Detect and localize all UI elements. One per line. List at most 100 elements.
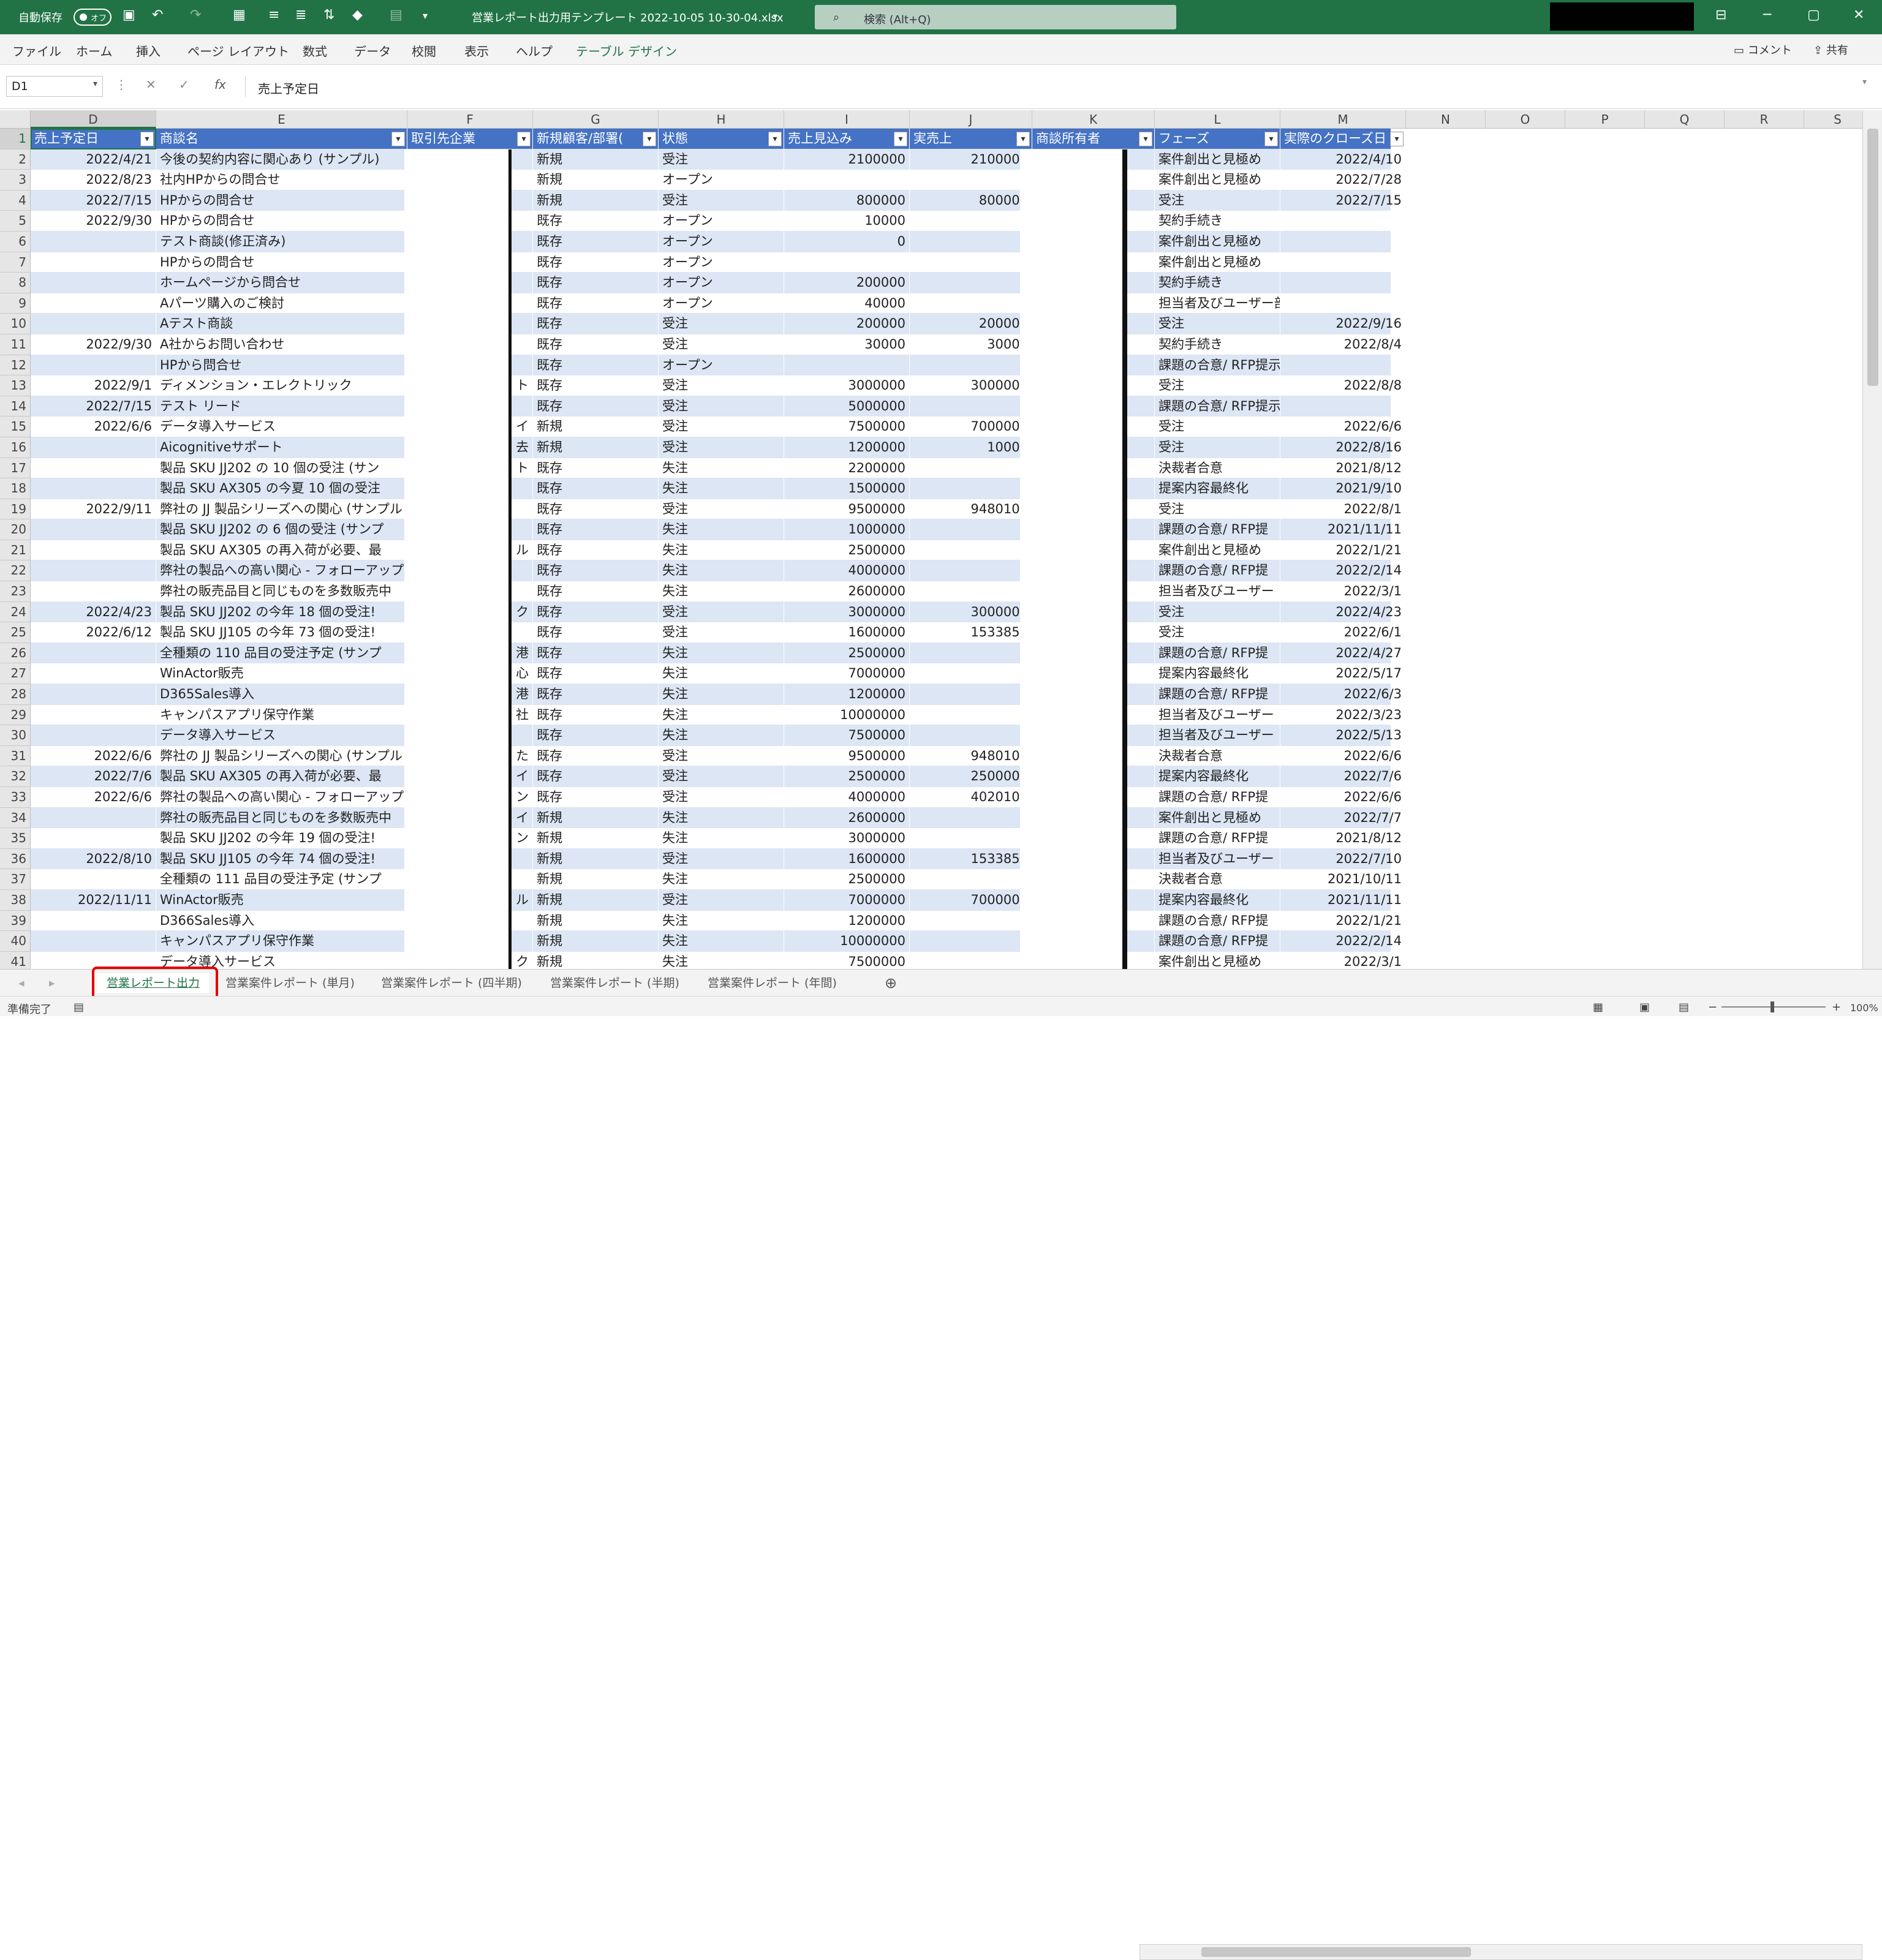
tab-page-layout[interactable]: ページ レイアウト xyxy=(187,42,289,59)
minimize-icon[interactable]: ─ xyxy=(1763,7,1771,23)
header-owner[interactable]: 商談所有者 xyxy=(1032,129,1155,149)
cell-sales-date[interactable]: 2022/4/23 xyxy=(31,601,156,623)
row-header[interactable]: 10 xyxy=(0,314,31,334)
cell-phase[interactable]: 課題の合意/ RFP提 xyxy=(1155,560,1280,582)
cell-new-existing[interactable]: 既存 xyxy=(533,704,659,726)
cell-new-existing[interactable]: 新規 xyxy=(533,190,659,211)
cell-actual-sales[interactable] xyxy=(910,355,1032,376)
cell-phase[interactable]: 課題の合意/ RFP提 xyxy=(1155,910,1280,932)
comment-button[interactable]: ▭ コメント xyxy=(1728,39,1798,59)
cell-actual-sales[interactable] xyxy=(910,519,1032,540)
cell-actual-sales[interactable]: 800000 xyxy=(910,190,1032,211)
cell-phase[interactable]: 受注 xyxy=(1155,417,1280,437)
tab-insert[interactable]: 挿入 xyxy=(136,42,161,59)
column-header-R[interactable]: R xyxy=(1725,110,1804,129)
cell-new-existing[interactable]: 新規 xyxy=(533,807,659,829)
cell-new-existing[interactable]: 既存 xyxy=(533,314,659,334)
cell-sales-date[interactable] xyxy=(31,478,156,499)
cell-status[interactable]: 受注 xyxy=(659,787,784,808)
cell-close-date[interactable]: 2021/8/12 xyxy=(1280,458,1406,479)
cell-close-date[interactable] xyxy=(1280,293,1406,314)
cell-expected-sales[interactable]: 2200000 xyxy=(784,458,910,479)
cell-close-date[interactable]: 2022/4/27 xyxy=(1280,643,1406,664)
add-sheet-icon[interactable]: ⊕ xyxy=(885,973,897,993)
row-header[interactable]: 22 xyxy=(0,560,31,582)
row-header[interactable]: 29 xyxy=(0,704,31,726)
row-header[interactable]: 6 xyxy=(0,231,31,252)
cell-status[interactable]: 失注 xyxy=(659,931,784,952)
page-layout-view-icon[interactable]: ▣ xyxy=(1639,1001,1650,1014)
cell-close-date[interactable]: 2022/7/7 xyxy=(1280,807,1406,829)
cell-expected-sales[interactable]: 7500000 xyxy=(784,725,910,746)
cell-phase[interactable]: 担当者及びユーザー xyxy=(1155,725,1280,746)
cell-sales-date[interactable] xyxy=(31,725,156,746)
cell-actual-sales[interactable] xyxy=(910,560,1032,582)
cell-close-date[interactable]: 2022/4/10 xyxy=(1280,149,1406,170)
cell-deal-name[interactable]: 製品 SKU JJ105 の今年 74 個の受注! xyxy=(156,848,407,870)
insert-function-icon[interactable]: fx xyxy=(214,77,226,92)
cell-status[interactable]: 失注 xyxy=(659,540,784,561)
cell-sales-date[interactable]: 2022/7/15 xyxy=(31,190,156,211)
cell-phase[interactable]: 案件創出と見極め xyxy=(1155,231,1280,252)
cell-status[interactable]: 失注 xyxy=(659,869,784,890)
row-header[interactable]: 39 xyxy=(0,910,31,932)
cell-phase[interactable]: 受注 xyxy=(1155,437,1280,458)
cell-sales-date[interactable]: 2022/7/6 xyxy=(31,766,156,787)
cell-expected-sales[interactable]: 3000000 xyxy=(784,375,910,396)
cell-status[interactable]: 受注 xyxy=(659,334,784,355)
cell-new-existing[interactable]: 既存 xyxy=(533,787,659,808)
cell-close-date[interactable]: 2022/6/6 xyxy=(1280,787,1406,808)
vertical-scroll-thumb[interactable] xyxy=(1867,129,1878,386)
cell-deal-name[interactable]: HPから問合せ xyxy=(156,355,407,376)
cell-phase[interactable]: 案件創出と見極め xyxy=(1155,807,1280,829)
cell-expected-sales[interactable]: 2600000 xyxy=(784,581,910,602)
cell-new-existing[interactable]: 新規 xyxy=(533,417,659,437)
cell-deal-name[interactable]: 全種類の 111 品目の受注予定 (サンプ xyxy=(156,869,407,890)
cell-close-date[interactable] xyxy=(1280,211,1406,232)
cell-deal-name[interactable]: 弊社の製品への高い関心 - フォローアップ xyxy=(156,787,407,808)
cell-close-date[interactable]: 2021/11/11 xyxy=(1280,889,1406,911)
cell-actual-sales[interactable]: 9480100 xyxy=(910,499,1032,520)
cell-deal-name[interactable]: D366Sales導入 xyxy=(156,910,407,932)
row-header[interactable]: 24 xyxy=(0,601,31,623)
column-header-L[interactable]: L xyxy=(1155,110,1280,129)
horizontal-scrollbar[interactable] xyxy=(1139,1944,1862,1960)
cell-deal-name[interactable]: ディメンション・エレクトリック xyxy=(156,375,407,396)
cell-new-existing[interactable]: 既存 xyxy=(533,766,659,787)
tab-data[interactable]: データ xyxy=(354,42,391,59)
header-status[interactable]: 状態 xyxy=(659,129,784,149)
row-header[interactable]: 35 xyxy=(0,828,31,849)
cell-deal-name[interactable]: 弊社の JJ 製品シリーズへの関心 (サンプル xyxy=(156,745,407,767)
cell-sales-date[interactable] xyxy=(31,540,156,561)
cell-actual-sales[interactable]: 3000000 xyxy=(910,601,1032,623)
cell-close-date[interactable] xyxy=(1280,252,1406,273)
align-center-icon[interactable]: ≣ xyxy=(295,7,306,23)
cell-close-date[interactable]: 2022/1/21 xyxy=(1280,540,1406,561)
column-header-O[interactable]: O xyxy=(1486,110,1565,129)
cell-actual-sales[interactable] xyxy=(910,704,1032,726)
cell-status[interactable]: オープン xyxy=(659,293,784,314)
cell-deal-name[interactable]: 弊社の販売品目と同じものを多数販売中 xyxy=(156,581,407,602)
cell-close-date[interactable]: 2021/11/11 xyxy=(1280,519,1406,540)
cell-phase[interactable]: 担当者及びユーザー部門との解決策合意 xyxy=(1155,293,1280,314)
cell-status[interactable]: 受注 xyxy=(659,375,784,396)
cell-expected-sales[interactable]: 0 xyxy=(784,231,910,252)
cell-sales-date[interactable] xyxy=(31,437,156,458)
cell-expected-sales[interactable]: 800000 xyxy=(784,190,910,211)
cell-deal-name[interactable]: Aテスト商談 xyxy=(156,314,407,334)
cell-expected-sales[interactable]: 7000000 xyxy=(784,663,910,685)
cell-status[interactable]: 失注 xyxy=(659,458,784,479)
cell-status[interactable]: 受注 xyxy=(659,437,784,458)
cell-phase[interactable]: 課題の合意/ RFP提 xyxy=(1155,684,1280,705)
cell-expected-sales[interactable]: 2500000 xyxy=(784,643,910,664)
cell-new-existing[interactable]: 新規 xyxy=(533,931,659,952)
cell-expected-sales[interactable]: 200000 xyxy=(784,273,910,293)
cell-actual-sales[interactable]: 4020100 xyxy=(910,787,1032,808)
column-header-E[interactable]: E xyxy=(156,110,407,129)
cancel-icon[interactable]: ✕ xyxy=(146,77,156,92)
cell-actual-sales[interactable] xyxy=(910,293,1032,314)
row-header[interactable]: 37 xyxy=(0,869,31,890)
fill-color-icon[interactable]: ◆ xyxy=(352,7,363,23)
formula-input[interactable]: 売上予定日 xyxy=(245,76,1875,97)
row-header[interactable]: 8 xyxy=(0,273,31,293)
